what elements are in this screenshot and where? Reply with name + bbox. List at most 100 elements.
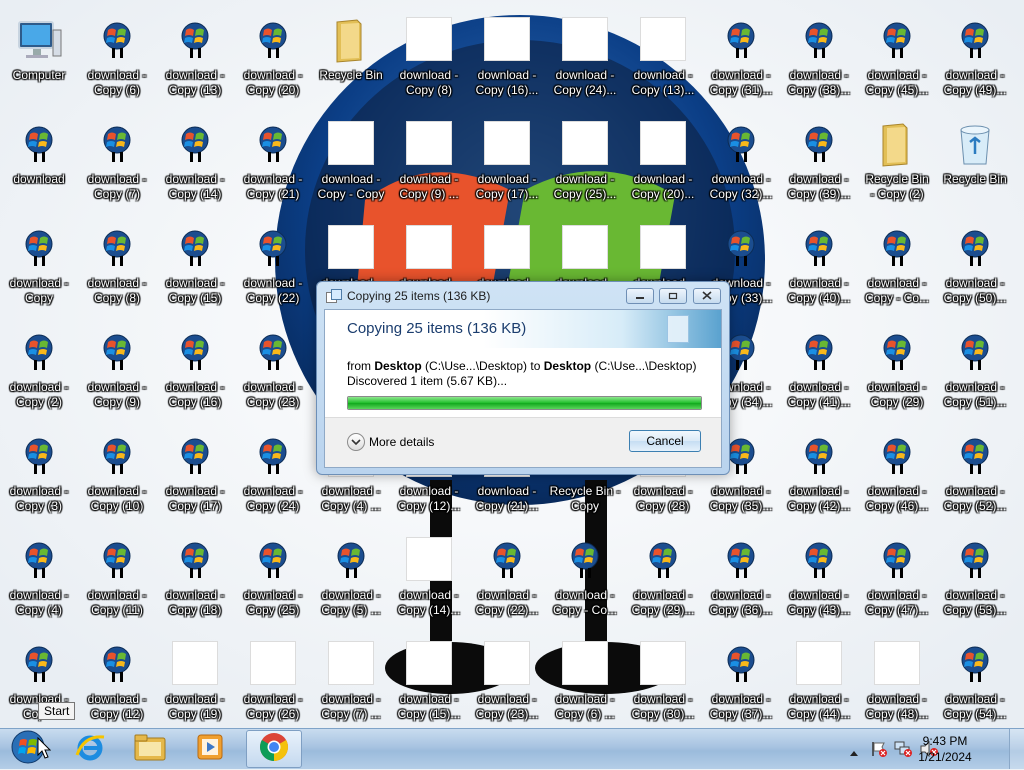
- desktop-icon[interactable]: download - Copy (50)...: [936, 216, 1014, 316]
- desktop-icon[interactable]: download - Copy (46)...: [858, 424, 936, 524]
- desktop-icon[interactable]: download - Copy (40)...: [780, 216, 858, 316]
- clock[interactable]: 9:43 PM 1/21/2024: [910, 733, 980, 765]
- desktop-icon[interactable]: download - Copy (42)...: [780, 424, 858, 524]
- desktop-icon[interactable]: download - Copy (8): [390, 8, 468, 108]
- desktop-icon[interactable]: download - Copy (16): [156, 320, 234, 420]
- desktop-icon[interactable]: download - Copy (2): [0, 320, 78, 420]
- show-hidden-icons-arrow-icon[interactable]: [849, 744, 859, 762]
- desktop-icon[interactable]: download - Copy (20)...: [624, 112, 702, 212]
- desktop-icon[interactable]: download - Copy (47)...: [858, 528, 936, 628]
- desktop-icon[interactable]: download - Copy (7): [78, 112, 156, 212]
- desktop-icon[interactable]: download - Copy (54)...: [936, 632, 1014, 732]
- desktop-icon[interactable]: Recycle Bin: [312, 8, 390, 108]
- to-word: to: [530, 359, 541, 373]
- desktop-icon[interactable]: download - Copy (43)...: [780, 528, 858, 628]
- desktop-icon[interactable]: download - Copy (9) ...: [390, 112, 468, 212]
- desktop-icon[interactable]: download - Copy - Co...: [858, 216, 936, 316]
- desktop-icon[interactable]: download - Copy (14): [156, 112, 234, 212]
- image-thumbnail-icon: [639, 224, 687, 272]
- desktop-icon[interactable]: download - Copy (4): [0, 528, 78, 628]
- close-button[interactable]: [693, 288, 721, 304]
- taskbar-media-player[interactable]: [182, 730, 238, 768]
- desktop-icon[interactable]: Recycle Bin: [936, 112, 1014, 212]
- show-desktop-button[interactable]: [1009, 729, 1024, 769]
- desktop-icon[interactable]: download - Copy (22)...: [468, 528, 546, 628]
- desktop-icon[interactable]: download - Copy (6): [78, 8, 156, 108]
- minimize-button[interactable]: [626, 288, 654, 304]
- desktop-icon[interactable]: download - Copy (51)...: [936, 320, 1014, 420]
- desktop-icon[interactable]: download - Copy (17)...: [468, 112, 546, 212]
- taskbar-chrome[interactable]: [246, 730, 302, 768]
- desktop-icon[interactable]: download - Copy (39)...: [780, 112, 858, 212]
- desktop-icon[interactable]: download - Copy (12): [78, 632, 156, 732]
- desktop-icon[interactable]: download - Copy: [0, 216, 78, 316]
- dialog-titlebar[interactable]: Copying 25 items (136 KB): [317, 282, 729, 309]
- desktop-icon-label: download - Copy (46)...: [865, 484, 929, 513]
- desktop-icon[interactable]: download - Copy (13): [156, 8, 234, 108]
- desktop-icon[interactable]: download - Copy (24)...: [546, 8, 624, 108]
- desktop-icon-label: Recycle Bin: [943, 172, 1007, 186]
- desktop-icon[interactable]: download - Copy (15): [156, 216, 234, 316]
- copy-progress-dialog[interactable]: Copying 25 items (136 KB) Copying 25 ite…: [316, 281, 730, 475]
- desktop-icon[interactable]: download - Copy (14)...: [390, 528, 468, 628]
- desktop-icon[interactable]: download - Copy (13)...: [624, 8, 702, 108]
- desktop-icon[interactable]: download - Copy (53)...: [936, 528, 1014, 628]
- to-link[interactable]: Desktop: [544, 359, 591, 373]
- desktop-icon[interactable]: download - Copy (25)...: [546, 112, 624, 212]
- desktop-icon[interactable]: download - Copy (16)...: [468, 8, 546, 108]
- desktop-icon[interactable]: download - Copy (32)...: [702, 112, 780, 212]
- image-thumbnail-icon: [873, 640, 921, 688]
- desktop-icon[interactable]: download - Copy (52)...: [936, 424, 1014, 524]
- desktop-icon[interactable]: download - Copy (22): [234, 216, 312, 316]
- from-link[interactable]: Desktop: [374, 359, 421, 373]
- desktop-icon[interactable]: download - Copy (29)...: [624, 528, 702, 628]
- clock-time: 9:43 PM: [922, 734, 968, 748]
- desktop-icon[interactable]: download - Copy (3): [0, 424, 78, 524]
- desktop-icon[interactable]: download - Copy (29): [858, 320, 936, 420]
- desktop-icon[interactable]: download: [0, 112, 78, 212]
- desktop-icon[interactable]: download - Copy (20): [234, 8, 312, 108]
- desktop-icon[interactable]: download - Copy (9): [78, 320, 156, 420]
- taskbar-internet-explorer[interactable]: [62, 730, 118, 768]
- desktop-icon[interactable]: download - Copy (6) ...: [546, 632, 624, 732]
- desktop-icon[interactable]: download - Copy (24): [234, 424, 312, 524]
- folder-icon: [133, 732, 167, 767]
- taskbar-explorer[interactable]: [122, 730, 178, 768]
- desktop-icon[interactable]: download - Copy (25): [234, 528, 312, 628]
- maximize-button[interactable]: [659, 288, 687, 304]
- desktop-icon[interactable]: download - Copy (23): [234, 320, 312, 420]
- image-thumbnail-icon: [561, 16, 609, 64]
- desktop-icon[interactable]: download - Copy (48)...: [858, 632, 936, 732]
- more-details-toggle[interactable]: More details: [347, 433, 434, 451]
- desktop-icon[interactable]: download - Copy (8): [78, 216, 156, 316]
- desktop-icon[interactable]: download - Copy (37)...: [702, 632, 780, 732]
- desktop-icon[interactable]: download - Copy (31)...: [702, 8, 780, 108]
- desktop-icon[interactable]: download - Copy (5) ...: [312, 528, 390, 628]
- desktop-icon[interactable]: Recycle Bin - Copy (2): [858, 112, 936, 212]
- cancel-button[interactable]: Cancel: [629, 430, 701, 452]
- desktop-icon-label: download - Copy (15): [165, 276, 225, 305]
- desktop-icon[interactable]: download - Copy - Copy: [312, 112, 390, 212]
- desktop-icon[interactable]: download - Copy (23)...: [468, 632, 546, 732]
- desktop-icon[interactable]: download - Copy (44)...: [780, 632, 858, 732]
- desktop-icon[interactable]: download - Copy (11): [78, 528, 156, 628]
- desktop-icon[interactable]: download - Copy (49)...: [936, 8, 1014, 108]
- desktop-icon[interactable]: download - Copy (30)...: [624, 632, 702, 732]
- desktop-icon-label: download - Copy (42)...: [787, 484, 851, 513]
- image-thumbnail-icon: [639, 120, 687, 168]
- desktop-icon[interactable]: download - Copy (10): [78, 424, 156, 524]
- desktop-icon[interactable]: download - Copy (19): [156, 632, 234, 732]
- desktop-icon[interactable]: download - Copy (26): [234, 632, 312, 732]
- desktop-icon[interactable]: download - Copy (18): [156, 528, 234, 628]
- desktop-icon[interactable]: download - Copy (7) ...: [312, 632, 390, 732]
- desktop-icon[interactable]: download - Copy (15)...: [390, 632, 468, 732]
- desktop-icon[interactable]: download - Copy (21): [234, 112, 312, 212]
- desktop-icon[interactable]: download - Copy (17): [156, 424, 234, 524]
- desktop-icon[interactable]: download - Copy (38)...: [780, 8, 858, 108]
- desktop-icon[interactable]: download - Copy (36)...: [702, 528, 780, 628]
- desktop-icon[interactable]: Computer: [0, 8, 78, 108]
- desktop-icon[interactable]: download - Copy (41)...: [780, 320, 858, 420]
- desktop-icon[interactable]: download - Copy - Co...: [546, 528, 624, 628]
- action-center-flag-icon[interactable]: [870, 741, 888, 762]
- desktop-icon[interactable]: download - Copy (45)...: [858, 8, 936, 108]
